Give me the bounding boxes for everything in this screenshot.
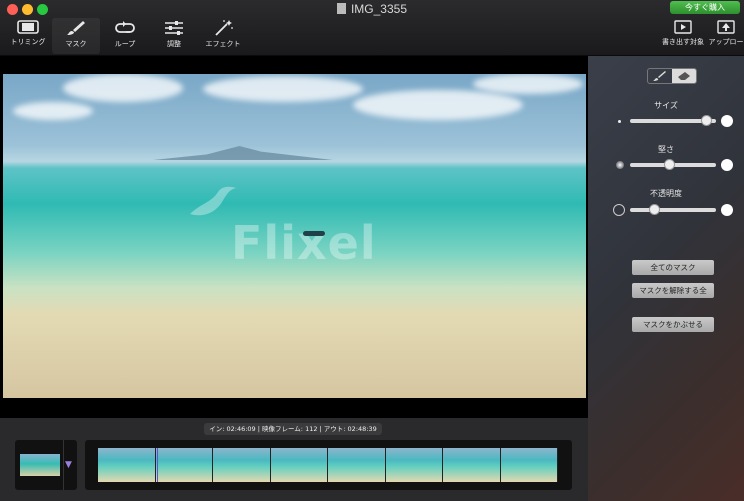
sliders-icon [165, 21, 183, 35]
tool-loop[interactable]: ループ [101, 18, 149, 54]
timeline: イン: 02:46:09 | 映像フレーム: 112 | アウト: 02:48:… [0, 418, 588, 501]
filmstrip[interactable] [98, 448, 558, 482]
preview-canvas[interactable]: Flixel [0, 56, 588, 418]
chevron-down-icon[interactable]: ▼ [65, 460, 72, 470]
filmstrip-frame[interactable] [155, 448, 213, 482]
mountain [153, 146, 333, 160]
cloud [473, 74, 583, 94]
tool-upload-label: アップロー [708, 38, 744, 46]
eraser-button[interactable] [672, 69, 696, 83]
opacity-high-dot [721, 204, 733, 216]
tool-mask-label: マスク [65, 40, 87, 48]
hardness-slider[interactable] [630, 159, 716, 170]
hardness-label: 堅さ [658, 145, 674, 154]
clip-thumbnail[interactable] [20, 454, 60, 476]
hardness-hard-dot [721, 159, 733, 171]
eraser-icon [678, 72, 690, 80]
size-max-dot [721, 115, 733, 127]
tool-effects-label: エフェクト [205, 40, 241, 48]
opacity-slider[interactable] [630, 204, 716, 215]
brush-icon [67, 21, 85, 35]
cloud [353, 90, 523, 120]
unmask-all-button[interactable]: マスクを解除する全 [632, 283, 714, 298]
tool-trim-label: トリミング [10, 38, 46, 46]
filmstrip-frame[interactable] [98, 448, 156, 482]
magic-wand-icon [215, 20, 233, 36]
brush-icon [653, 71, 666, 81]
tool-adjust[interactable]: 調整 [150, 18, 198, 54]
cloud [13, 102, 93, 120]
cloud [203, 76, 363, 102]
filmstrip-frame[interactable] [500, 448, 558, 482]
apply-mask-button[interactable]: マスクをかぶせる [632, 317, 714, 332]
tool-effects[interactable]: エフェクト [199, 18, 247, 54]
tool-upload[interactable]: アップロー [708, 18, 744, 54]
toolbar: IMG_3355 今すぐ購入 トリミング マスク ループ 調整 エフェクト 書き… [0, 0, 744, 56]
tool-trim[interactable]: トリミング [4, 18, 52, 54]
tool-mask[interactable]: マスク [52, 18, 100, 54]
filmstrip-frame[interactable] [213, 448, 271, 482]
filmstrip-box[interactable] [85, 440, 572, 490]
loop-icon [115, 21, 135, 33]
size-slider-knob[interactable] [701, 115, 713, 126]
tool-adjust-label: 調整 [167, 40, 181, 48]
tool-export[interactable]: 書き出す対象 [660, 18, 706, 54]
filmstrip-frame[interactable] [443, 448, 501, 482]
filmstrip-frame[interactable] [270, 448, 328, 482]
cloud [63, 74, 183, 102]
hardness-slider-knob[interactable] [663, 159, 675, 170]
window-title: IMG_3355 [0, 2, 744, 16]
opacity-slider-knob[interactable] [648, 204, 660, 215]
beach-image[interactable]: Flixel [3, 74, 586, 398]
trim-icon [17, 20, 39, 34]
clip-thumbnail-box[interactable]: ▼ [15, 440, 77, 490]
hardness-soft-dot [616, 161, 624, 169]
opacity-label: 不透明度 [650, 189, 682, 198]
time-readout: イン: 02:46:09 | 映像フレーム: 112 | アウト: 02:48:… [204, 423, 382, 435]
size-label: サイズ [654, 101, 678, 110]
document-icon [336, 3, 346, 14]
window-title-text: IMG_3355 [350, 2, 408, 16]
thumbnail-divider [63, 440, 64, 490]
all-masks-button[interactable]: 全てのマスク [632, 260, 714, 275]
buy-now-button[interactable]: 今すぐ購入 [670, 1, 740, 14]
playhead[interactable] [157, 448, 158, 482]
export-icon [674, 20, 692, 34]
watermark: Flixel [231, 216, 377, 270]
size-slider[interactable] [630, 115, 716, 126]
mask-panel: サイズ 堅さ 不透明度 全てのマスク マスクを解除する全 マスクをかぶせる [588, 56, 744, 501]
filmstrip-frame[interactable] [328, 448, 386, 482]
swimmer [303, 231, 325, 236]
paint-brush-button[interactable] [648, 69, 672, 83]
brush-eraser-toggle[interactable] [647, 68, 697, 84]
opacity-low-dot [613, 204, 625, 216]
upload-icon [717, 20, 735, 34]
tool-loop-label: ループ [114, 40, 136, 48]
tool-export-label: 書き出す対象 [662, 38, 704, 46]
size-min-dot [618, 120, 621, 123]
filmstrip-frame[interactable] [385, 448, 443, 482]
